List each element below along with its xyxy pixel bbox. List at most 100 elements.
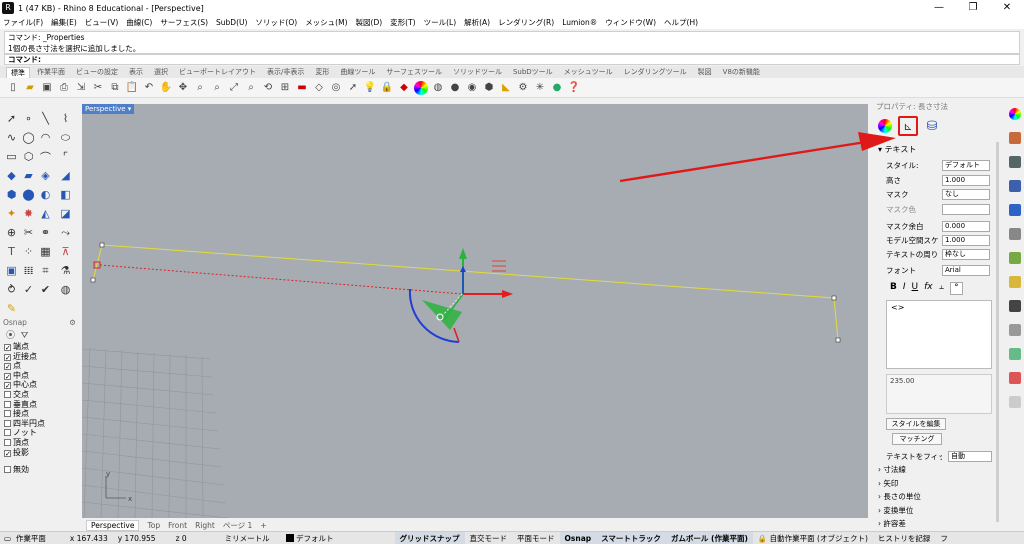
osnap-perpendicular[interactable]: 垂直点 bbox=[0, 400, 80, 410]
fillet-icon[interactable]: ⌜ bbox=[58, 149, 73, 164]
polygon-icon[interactable]: ⬡ bbox=[21, 149, 36, 164]
gear-icon[interactable] bbox=[1009, 180, 1021, 192]
rendered-sphere-icon[interactable]: ◉ bbox=[465, 81, 479, 95]
menu-render[interactable]: レンダリング(R) bbox=[498, 17, 554, 28]
four-viewports-icon[interactable]: ⊞ bbox=[278, 81, 292, 95]
cut-icon[interactable]: ✂ bbox=[91, 81, 105, 95]
library-icon[interactable] bbox=[1009, 228, 1021, 240]
help-icon[interactable]: ❓ bbox=[567, 81, 581, 95]
menu-curve[interactable]: 曲線(C) bbox=[126, 17, 152, 28]
grasshopper-icon[interactable]: ✳ bbox=[533, 81, 547, 95]
join-icon[interactable]: ⚭ bbox=[38, 225, 53, 240]
menu-view[interactable]: ビュー(V) bbox=[85, 17, 118, 28]
point-icon[interactable]: ∘ bbox=[21, 111, 36, 126]
tab-front[interactable]: Front bbox=[168, 521, 187, 530]
checkbox[interactable]: ✓ bbox=[4, 344, 11, 352]
match-button[interactable]: マッチング bbox=[892, 433, 942, 445]
tab-perspective[interactable]: Perspective bbox=[86, 519, 140, 531]
lock-icon[interactable]: 🔒 bbox=[380, 81, 394, 95]
zoom-icon[interactable]: ⌕ bbox=[193, 81, 207, 95]
mask-dropdown[interactable]: なし bbox=[942, 189, 990, 200]
surface-icon[interactable]: ◆ bbox=[4, 168, 19, 183]
environment-icon[interactable] bbox=[1009, 300, 1021, 312]
cplane-status[interactable]: ▭ 作業平面 bbox=[0, 532, 51, 544]
wireframe-sphere-icon[interactable]: ◍ bbox=[431, 81, 445, 95]
tab-new-in-v8[interactable]: V8の新機能 bbox=[723, 67, 760, 77]
hatch-icon[interactable]: ⌗ bbox=[38, 263, 53, 278]
panel-options-icon[interactable]: ⚙ bbox=[69, 318, 76, 328]
checkbox[interactable] bbox=[4, 429, 11, 437]
tab-viewport-layout[interactable]: ビューポートレイアウト bbox=[179, 67, 256, 77]
checkbox[interactable] bbox=[4, 400, 11, 408]
properties-scrollbar[interactable] bbox=[996, 142, 999, 522]
bold-button[interactable]: B bbox=[890, 282, 897, 295]
extrude-icon[interactable]: ▰ bbox=[21, 168, 36, 183]
zoom-selected-icon[interactable]: ⌕ bbox=[244, 81, 258, 95]
tab-render-tools[interactable]: レンダリングツール bbox=[624, 67, 687, 77]
undo-view-icon[interactable]: ⟲ bbox=[261, 81, 275, 95]
spotlight-icon[interactable]: ◣ bbox=[499, 81, 513, 95]
edit-style-button[interactable]: スタイルを編集 bbox=[886, 418, 946, 430]
array-icon[interactable]: ⁘ bbox=[21, 244, 36, 259]
osnap-vertex[interactable]: 頂点 bbox=[0, 438, 80, 448]
checkbox[interactable] bbox=[4, 390, 11, 398]
osnap-point[interactable]: ✓ 点 bbox=[0, 361, 80, 371]
undo-icon[interactable]: ↶ bbox=[142, 81, 156, 95]
osnap-disable[interactable]: 無効 bbox=[0, 465, 80, 475]
perspective-viewport[interactable]: y x Perspective ▾ bbox=[82, 104, 868, 518]
section-tolerance[interactable]: › 許容差 bbox=[878, 517, 921, 531]
check-icon[interactable]: ✓ bbox=[21, 282, 36, 297]
ortho-toggle[interactable]: 直交モード bbox=[465, 532, 513, 544]
menu-subd[interactable]: SubD(U) bbox=[216, 18, 247, 27]
analyze-icon[interactable]: ⚗ bbox=[58, 263, 73, 278]
osnap-toggle-icon[interactable]: ⦿ bbox=[6, 331, 15, 341]
model-scale-field[interactable]: 1.000 bbox=[942, 235, 990, 246]
render-settings-icon[interactable] bbox=[1009, 348, 1021, 360]
osnap-intersection[interactable]: 交点 bbox=[0, 390, 80, 400]
minimize-button[interactable]: — bbox=[922, 0, 956, 16]
tab-right[interactable]: Right bbox=[195, 521, 215, 530]
color-wheel-icon[interactable] bbox=[414, 80, 428, 95]
menu-lumion[interactable]: Lumion® bbox=[562, 18, 597, 27]
fit-dropdown[interactable]: 自動 bbox=[948, 451, 992, 462]
osnap-knot[interactable]: ノット bbox=[0, 428, 80, 438]
snap-icon[interactable]: ✔ bbox=[38, 282, 53, 297]
checkbox[interactable]: ✓ bbox=[4, 449, 11, 457]
osnap-center[interactable]: ✓ 中心点 bbox=[0, 380, 80, 390]
tab-surface-tools[interactable]: サーフェスツール bbox=[386, 67, 442, 77]
box-icon[interactable]: ⬢ bbox=[4, 187, 19, 202]
checkbox[interactable] bbox=[4, 410, 11, 418]
osnap-near[interactable]: ✓ 近接点 bbox=[0, 352, 80, 362]
menu-mesh[interactable]: メッシュ(M) bbox=[305, 17, 347, 28]
font-dropdown[interactable]: Arial bbox=[942, 265, 990, 276]
tab-select[interactable]: 選択 bbox=[154, 67, 168, 77]
style-dropdown[interactable]: デフォルト bbox=[942, 160, 990, 171]
circle-icon[interactable]: ◯ bbox=[21, 130, 36, 145]
grid-snap-toggle[interactable]: グリッドスナップ bbox=[394, 531, 465, 544]
rectangle-icon[interactable]: ▭ bbox=[4, 149, 19, 164]
text-frame-dropdown[interactable]: 枠なし bbox=[942, 249, 990, 260]
osnap-tangent[interactable]: 接点 bbox=[0, 409, 80, 419]
tab-transform[interactable]: 変形 bbox=[315, 67, 329, 77]
underline-button[interactable]: U bbox=[912, 282, 919, 295]
filter-toggle[interactable]: フ bbox=[935, 532, 953, 544]
car-icon[interactable]: ▬ bbox=[295, 81, 309, 95]
italic-button[interactable]: I bbox=[903, 282, 906, 295]
copy-icon[interactable]: ⧉ bbox=[108, 81, 122, 95]
rotate-view-icon[interactable]: ✥ bbox=[176, 81, 190, 95]
checkbox[interactable]: ✓ bbox=[4, 353, 11, 361]
osnap-midpoint[interactable]: ✓ 中点 bbox=[0, 371, 80, 381]
menu-file[interactable]: ファイル(F) bbox=[3, 17, 43, 28]
tab-solid-tools[interactable]: ソリッドツール bbox=[453, 67, 502, 77]
cplane-icon[interactable]: ◇ bbox=[312, 81, 326, 95]
display-icon[interactable] bbox=[1009, 156, 1021, 168]
tab-display[interactable]: 表示 bbox=[129, 67, 143, 77]
select-objects-icon[interactable]: ◎ bbox=[329, 81, 343, 95]
menu-tools[interactable]: ツール(L) bbox=[424, 17, 457, 28]
checkbox[interactable] bbox=[4, 419, 11, 427]
osnap-project[interactable]: ✓ 投影 bbox=[0, 448, 80, 458]
close-button[interactable]: ✕ bbox=[990, 0, 1024, 16]
tab-top[interactable]: Top bbox=[147, 521, 160, 530]
menu-dimension[interactable]: 製図(D) bbox=[356, 17, 383, 28]
rhino-logo-icon[interactable]: ● bbox=[550, 81, 564, 95]
